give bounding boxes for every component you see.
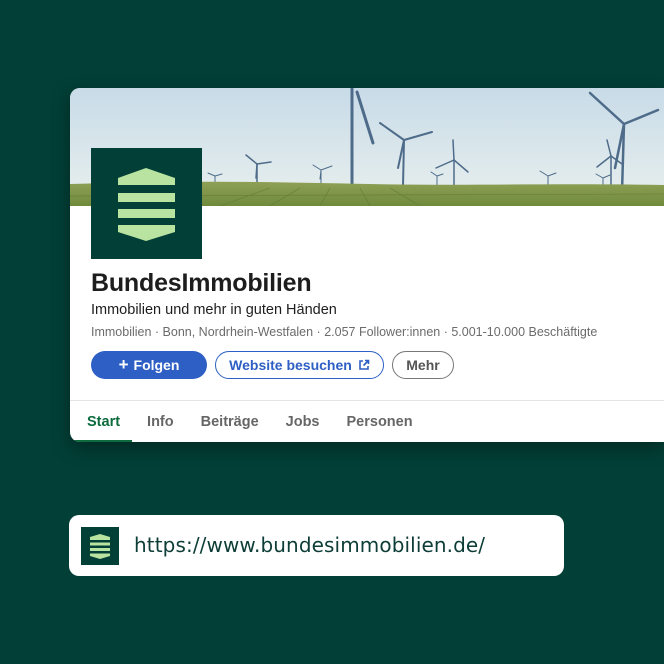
visit-website-button[interactable]: Website besuchen <box>215 351 384 379</box>
follow-button[interactable]: + Folgen <box>91 351 207 379</box>
company-page-card: BundesImmobilien Immobilien und mehr in … <box>70 88 664 442</box>
more-label: Mehr <box>406 357 440 373</box>
tab-start[interactable]: Start <box>70 401 133 442</box>
action-buttons: + Folgen Website besuchen Mehr <box>91 351 454 379</box>
url-bar[interactable]: https://www.bundesimmobilien.de/ <box>69 515 564 576</box>
external-link-icon <box>358 359 370 371</box>
bundesimmobilien-logo-icon <box>118 168 175 241</box>
company-tagline: Immobilien und mehr in guten Händen <box>91 302 337 318</box>
url-logo <box>81 527 119 565</box>
plus-icon: + <box>118 355 129 374</box>
tab-beitraege[interactable]: Beiträge <box>201 401 259 442</box>
tab-jobs[interactable]: Jobs <box>286 401 320 442</box>
bundesimmobilien-logo-icon <box>90 534 110 559</box>
follow-label: Folgen <box>133 357 180 373</box>
tab-info[interactable]: Info <box>147 401 174 442</box>
more-button[interactable]: Mehr <box>392 351 454 379</box>
company-logo <box>91 148 202 259</box>
website-label: Website besuchen <box>229 357 352 373</box>
website-url[interactable]: https://www.bundesimmobilien.de/ <box>134 533 485 557</box>
company-name: BundesImmobilien <box>91 269 312 297</box>
page-tabs: Start Info Beiträge Jobs Personen <box>70 401 440 442</box>
company-meta: Immobilien · Bonn, Nordrhein-Westfalen ·… <box>91 325 598 339</box>
tab-personen[interactable]: Personen <box>347 401 413 442</box>
